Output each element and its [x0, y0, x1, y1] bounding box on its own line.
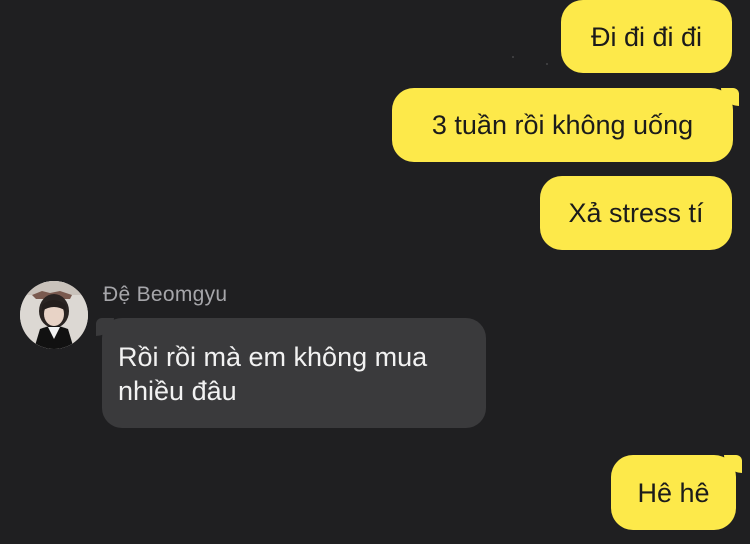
message-text: 3 tuần rồi không uống	[431, 110, 694, 140]
message-text: Hê hê	[637, 477, 710, 508]
avatar-photo	[20, 281, 88, 349]
bubble-tail	[721, 88, 739, 106]
message-text: Đi đi đi đi	[590, 21, 703, 52]
sender-avatar[interactable]	[20, 281, 88, 349]
background-speck	[512, 56, 514, 58]
outgoing-message-bubble[interactable]: Xả stress tí	[540, 176, 732, 250]
chat-screen: Đi đi đi đi 3 tuần rồi không uống Xả str…	[0, 0, 750, 544]
bubble-tail	[724, 455, 742, 473]
outgoing-message-bubble[interactable]: Hê hê	[611, 455, 742, 530]
outgoing-message-bubble[interactable]: 3 tuần rồi không uống	[392, 88, 739, 162]
outgoing-message-bubble[interactable]: Đi đi đi đi	[561, 0, 732, 73]
sender-name: Đệ Beomgyu	[103, 283, 228, 306]
background-speck	[546, 63, 548, 65]
bubble-tail	[96, 318, 114, 336]
incoming-message-bubble[interactable]: Rồi rồi mà em không mua nhiều đâu	[96, 318, 486, 428]
message-text: Xả stress tí	[568, 198, 704, 228]
message-text: Rồi rồi mà em không mua nhiều đâu	[118, 342, 428, 406]
